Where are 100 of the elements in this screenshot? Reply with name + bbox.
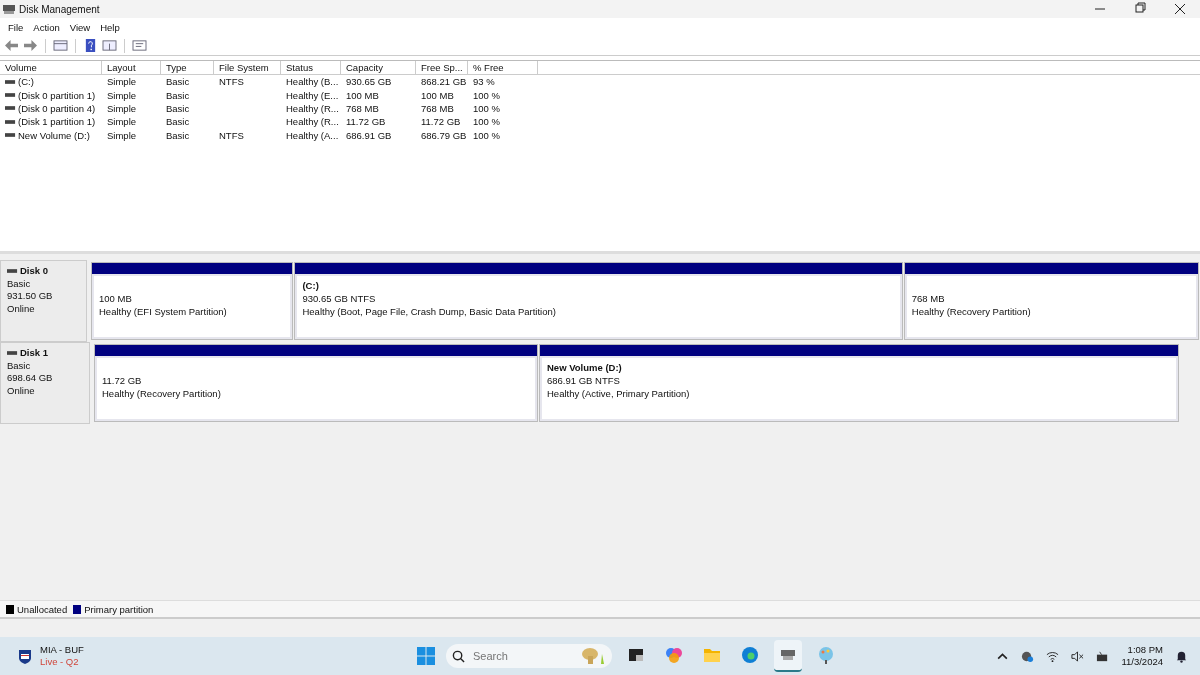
partition-status: Healthy (Boot, Page File, Crash Dump, Basic Data Partition) <box>302 305 557 318</box>
widget-subtitle[interactable]: Live - Q2 <box>40 656 84 668</box>
menu-item[interactable]: View <box>64 21 96 33</box>
list-view-icon[interactable] <box>132 39 147 52</box>
disk-info-panel[interactable]: Disk 0 Basic 931.50 GB Online <box>0 260 87 342</box>
table-cell: Healthy (R... <box>286 102 339 114</box>
table-cell: Healthy (A... <box>286 129 339 141</box>
search-bar[interactable]: Search <box>446 644 612 668</box>
column-header[interactable]: % Free <box>468 61 538 74</box>
partition-size: 930.65 GB NTFS <box>302 292 377 305</box>
disk-name: Disk 0 <box>20 265 48 278</box>
battery-icon[interactable] <box>1096 649 1110 663</box>
window-pane-icon[interactable] <box>53 39 68 52</box>
partition-size: 100 MB <box>99 292 133 305</box>
column-header[interactable]: Layout <box>102 61 161 74</box>
drive-icon <box>5 78 16 85</box>
partition-block[interactable]: 768 MB Healthy (Recovery Partition) <box>903 262 1199 340</box>
browser-icon[interactable] <box>740 645 760 665</box>
table-cell: Basic <box>166 102 190 114</box>
clock-time: 1:08 PM <box>1127 644 1163 656</box>
table-cell: 11.72 GB <box>421 116 461 128</box>
shield-icon[interactable] <box>18 648 32 664</box>
partition-status: Healthy (Active, Primary Partition) <box>547 387 691 400</box>
clock[interactable]: 1:08 PM 11/3/2024 <box>1121 644 1163 668</box>
partition-status: Healthy (Recovery Partition) <box>102 387 222 400</box>
partition-size: 768 MB <box>911 292 946 305</box>
table-cell: Healthy (B... <box>286 76 339 88</box>
partition-label: (C:) <box>302 279 320 292</box>
forward-arrow-icon[interactable] <box>23 39 38 52</box>
column-header[interactable]: Status <box>281 61 341 74</box>
table-cell: 100 MB <box>346 89 379 101</box>
bell-icon[interactable] <box>1175 649 1188 663</box>
legend-label: Unallocated <box>17 603 68 615</box>
partition-label: New Volume (D:) <box>547 361 623 374</box>
table-cell: Healthy (E... <box>286 89 339 101</box>
table-cell: (Disk 0 partition 4) <box>18 102 96 114</box>
table-cell: 93 % <box>473 76 495 88</box>
taskbar-app-highlight[interactable] <box>774 640 802 672</box>
column-header[interactable]: Capacity <box>341 61 416 74</box>
table-cell: 768 MB <box>421 102 454 114</box>
partition-size: 686.91 GB NTFS <box>547 374 621 387</box>
table-cell: New Volume (D:) <box>18 129 90 141</box>
disk-info-panel[interactable]: Disk 1 Basic 698.64 GB Online <box>0 342 90 424</box>
drive-icon <box>7 350 18 357</box>
menu-item[interactable]: File <box>3 21 29 33</box>
column-header[interactable]: File System <box>214 61 281 74</box>
disk-status: Online <box>7 302 36 315</box>
table-cell: 686.91 GB <box>346 129 392 141</box>
column-header[interactable]: Free Sp... <box>416 61 468 74</box>
drive-icon <box>5 132 16 139</box>
partition-block[interactable]: 11.72 GB Healthy (Recovery Partition) <box>94 344 538 422</box>
table-cell: Basic <box>166 89 190 101</box>
table-cell: Healthy (R... <box>286 116 339 128</box>
column-header[interactable]: Type <box>161 61 214 74</box>
drive-icon <box>7 268 18 275</box>
table-cell: 768 MB <box>346 102 379 114</box>
table-cell: 11.72 GB <box>346 116 386 128</box>
disk-size: 931.50 GB <box>7 290 54 303</box>
search-field[interactable]: Search <box>471 649 555 663</box>
disk-status: Online <box>7 384 36 397</box>
table-cell: Simple <box>107 76 137 88</box>
menu-item[interactable]: Help <box>95 21 125 33</box>
disk-size: 698.64 GB <box>7 372 54 385</box>
table-cell: (Disk 0 partition 1) <box>18 89 96 101</box>
table-cell: NTFS <box>219 129 244 141</box>
table-cell: Simple <box>107 116 137 128</box>
table-cell: Basic <box>166 116 190 128</box>
table-cell: 100 % <box>473 116 500 128</box>
column-header[interactable]: Volume <box>0 61 102 74</box>
table-cell: 100 % <box>473 129 500 141</box>
table-cell: Simple <box>107 89 137 101</box>
back-arrow-icon[interactable] <box>4 39 19 52</box>
table-cell: 930.65 GB <box>346 76 392 88</box>
table-cell: (C:) <box>18 76 34 88</box>
wifi-icon[interactable] <box>1046 649 1060 663</box>
window-title: Disk Management <box>19 3 100 15</box>
window-pane-icon[interactable] <box>102 39 117 52</box>
partition-block[interactable]: New Volume (D:) 686.91 GB NTFS Healthy (Active, Primary Partition) <box>539 344 1179 422</box>
start-icon[interactable] <box>416 646 436 666</box>
partition-block[interactable]: 100 MB Healthy (EFI System Partition) <box>91 262 294 340</box>
partition-status: Healthy (EFI System Partition) <box>99 305 228 318</box>
help-icon[interactable] <box>83 39 98 52</box>
table-cell: 686.79 GB <box>421 129 467 141</box>
speaker-muted-icon[interactable] <box>1071 649 1085 663</box>
clock-date: 11/3/2024 <box>1121 656 1163 668</box>
widget-title[interactable]: MIA - BUF <box>40 644 84 656</box>
menu-item[interactable]: Action <box>28 21 65 33</box>
table-cell: 100 % <box>473 89 500 101</box>
table-cell: 100 % <box>473 102 500 114</box>
table-cell: 100 MB <box>421 89 454 101</box>
drive-icon <box>5 118 16 125</box>
table-cell: Basic <box>166 129 190 141</box>
partition-block[interactable]: (C:) 930.65 GB NTFS Healthy (Boot, Page File, Crash Dump, Basic Data Partition) <box>294 262 903 340</box>
partition-size: 11.72 GB <box>102 374 143 387</box>
table-cell: (Disk 1 partition 1) <box>18 116 96 128</box>
table-cell: Simple <box>107 129 137 141</box>
cloud-icon[interactable] <box>1021 649 1035 663</box>
table-cell: Simple <box>107 102 137 114</box>
disk-type: Basic <box>7 277 32 290</box>
search-icon <box>452 649 465 663</box>
